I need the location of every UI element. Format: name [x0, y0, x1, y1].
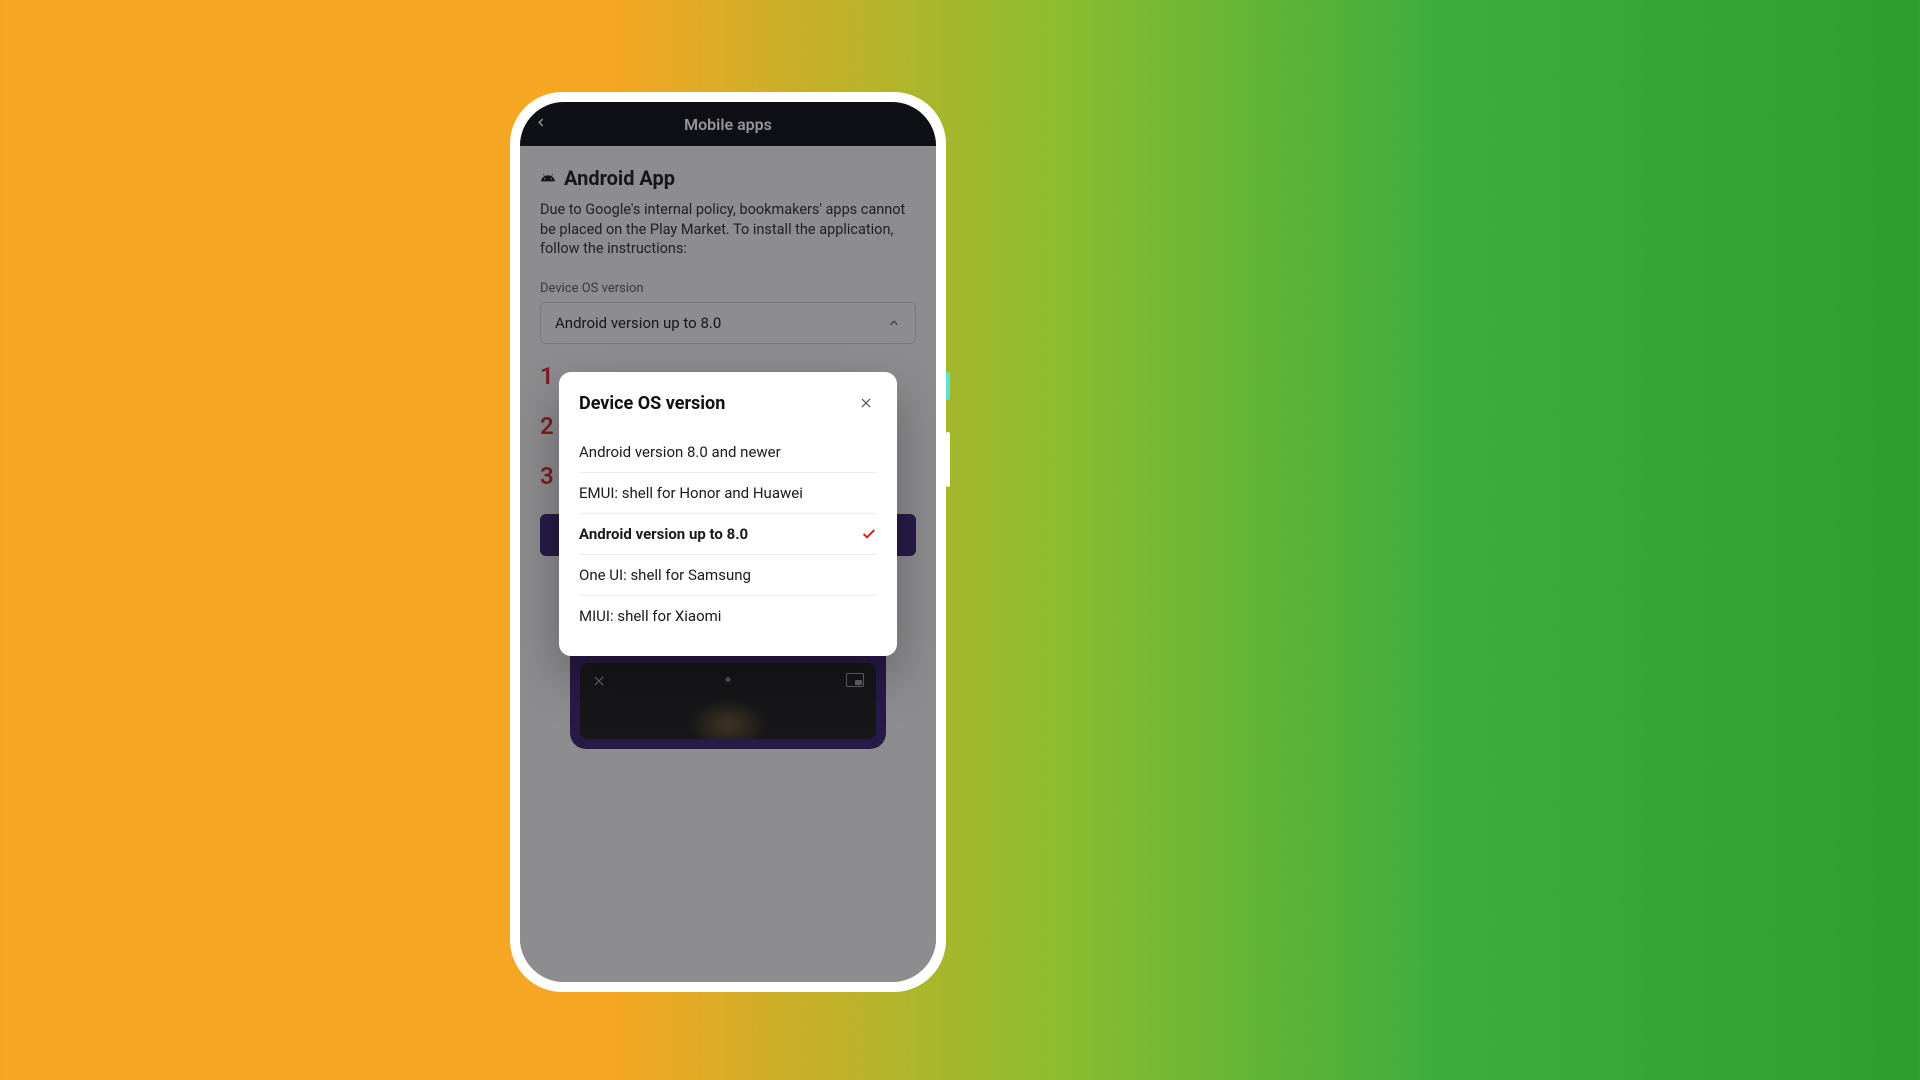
- option-label: MIUI: shell for Xiaomi: [579, 607, 721, 625]
- option-label: Android version up to 8.0: [579, 525, 748, 543]
- close-icon: [859, 396, 873, 410]
- option-list: Android version 8.0 and newer EMUI: shel…: [579, 432, 877, 636]
- os-option[interactable]: EMUI: shell for Honor and Huawei: [579, 473, 877, 514]
- phone-side-button: [946, 372, 950, 400]
- modal-title: Device OS version: [579, 393, 725, 414]
- os-option[interactable]: One UI: shell for Samsung: [579, 555, 877, 596]
- phone-screen-bezel: Mobile apps Android App Due to Google's …: [520, 102, 936, 982]
- option-label: One UI: shell for Samsung: [579, 566, 751, 584]
- check-icon: [861, 526, 877, 542]
- os-version-modal: Device OS version Android version 8.0 an…: [559, 372, 897, 656]
- os-option[interactable]: Android version up to 8.0: [579, 514, 877, 555]
- phone-frame: Mobile apps Android App Due to Google's …: [510, 92, 946, 992]
- option-label: EMUI: shell for Honor and Huawei: [579, 484, 803, 502]
- app-screen: Mobile apps Android App Due to Google's …: [520, 102, 936, 982]
- modal-close-button[interactable]: [855, 392, 877, 414]
- option-label: Android version 8.0 and newer: [579, 443, 781, 461]
- modal-header: Device OS version: [579, 392, 877, 414]
- phone-side-button: [946, 432, 950, 487]
- os-option[interactable]: MIUI: shell for Xiaomi: [579, 596, 877, 636]
- os-option[interactable]: Android version 8.0 and newer: [579, 432, 877, 473]
